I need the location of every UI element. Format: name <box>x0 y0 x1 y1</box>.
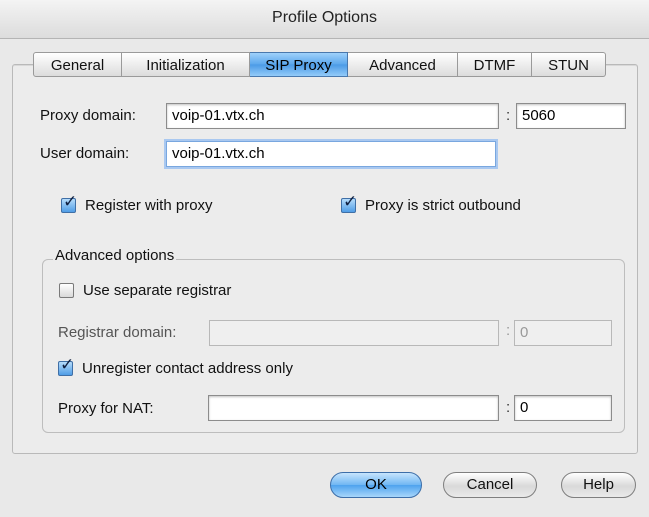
registrar-domain-label: Registrar domain: <box>58 324 177 341</box>
unregister-contact-checkbox[interactable]: ✓ Unregister contact address only <box>58 355 293 377</box>
cancel-button[interactable]: Cancel <box>443 472 537 498</box>
checkbox-unchecked-icon <box>59 283 74 298</box>
nat-port-separator: : <box>506 399 511 416</box>
help-button[interactable]: Help <box>561 472 636 498</box>
tab-general[interactable]: General <box>33 52 122 77</box>
port-separator: : <box>506 107 511 124</box>
tab-advanced[interactable]: Advanced <box>348 52 458 77</box>
tab-stun[interactable]: STUN <box>532 52 606 77</box>
register-with-proxy-label: Register with proxy <box>85 197 213 214</box>
proxy-strict-outbound-label: Proxy is strict outbound <box>365 197 521 214</box>
registrar-port-input[interactable]: 0 <box>514 320 612 346</box>
user-domain-input[interactable]: voip-01.vtx.ch <box>166 141 496 167</box>
registrar-domain-input[interactable] <box>209 320 499 346</box>
unregister-contact-label: Unregister contact address only <box>82 360 293 377</box>
use-separate-registrar-checkbox[interactable]: Use separate registrar <box>59 282 231 299</box>
tab-sip-proxy[interactable]: SIP Proxy <box>250 52 348 77</box>
user-domain-label: User domain: <box>40 145 130 162</box>
nat-port-input[interactable]: 0 <box>514 395 612 421</box>
proxy-strict-outbound-checkbox[interactable]: ✓ Proxy is strict outbound <box>341 192 521 214</box>
ok-button[interactable]: OK <box>330 472 422 498</box>
checkbox-checked-icon: ✓ <box>58 355 75 376</box>
tab-initialization[interactable]: Initialization <box>122 52 250 77</box>
proxy-domain-label: Proxy domain: <box>40 107 136 124</box>
checkbox-checked-icon: ✓ <box>341 192 358 213</box>
proxy-port-input[interactable]: 5060 <box>516 103 626 129</box>
title-bar[interactable]: Profile Options <box>0 0 649 39</box>
window-title: Profile Options <box>272 9 377 26</box>
register-with-proxy-checkbox[interactable]: ✓ Register with proxy <box>61 192 213 214</box>
proxy-domain-input[interactable]: voip-01.vtx.ch <box>166 103 499 129</box>
checkbox-checked-icon: ✓ <box>61 192 78 213</box>
tab-bar: General Initialization SIP Proxy Advance… <box>33 52 606 79</box>
registrar-port-separator: : <box>506 322 511 339</box>
tab-dtmf[interactable]: DTMF <box>458 52 532 77</box>
proxy-for-nat-input[interactable] <box>208 395 499 421</box>
use-separate-registrar-label: Use separate registrar <box>83 282 232 299</box>
proxy-for-nat-label: Proxy for NAT: <box>58 400 154 417</box>
advanced-options-title: Advanced options <box>53 247 177 264</box>
